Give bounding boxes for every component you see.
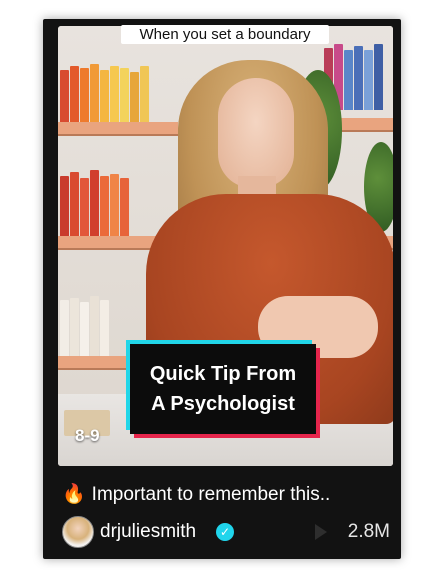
- description-text: Important to remember this..: [91, 484, 331, 505]
- play-icon: [315, 524, 327, 540]
- bookshelf-left-top: [58, 58, 178, 128]
- tip-line-1: Quick Tip From: [149, 363, 297, 385]
- view-count: 2.8M: [347, 521, 390, 542]
- username[interactable]: drjuliesmith: [100, 522, 196, 542]
- tip-line-2: A Psychologist: [151, 393, 295, 415]
- shelf-board: [58, 122, 178, 134]
- fire-icon: 🔥: [62, 484, 86, 505]
- video-index-label: 8-9: [75, 426, 100, 445]
- quick-tip-overlay: Quick Tip From A Psychologist: [130, 344, 316, 434]
- post-footer: drjuliesmith ✓ 2.8M: [62, 516, 392, 550]
- post-description[interactable]: 🔥 Important to remember this..: [62, 484, 330, 506]
- verified-icon: ✓: [216, 523, 234, 541]
- bookshelf-left-middle: [58, 166, 178, 236]
- avatar[interactable]: [62, 516, 94, 548]
- person-face: [218, 78, 294, 188]
- video-caption-top: When you set a boundary: [121, 25, 329, 44]
